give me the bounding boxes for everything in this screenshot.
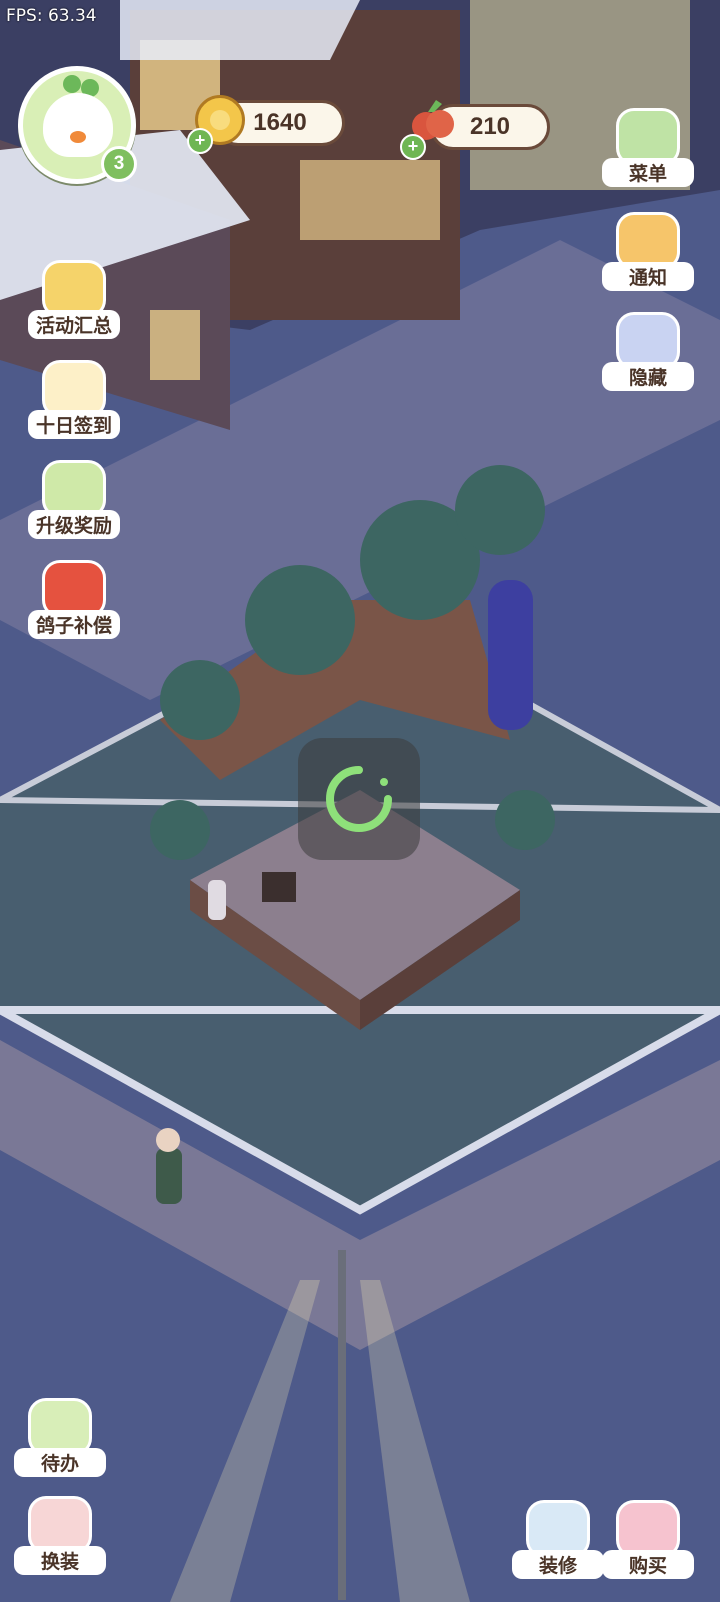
avatar-beak-icon xyxy=(70,131,86,143)
avatar-leaf-icon xyxy=(63,75,81,93)
add-coins-icon[interactable]: + xyxy=(187,128,213,154)
menu-label: 菜单 xyxy=(602,158,694,187)
ten-day-checkin-button[interactable]: 十日签到 xyxy=(28,360,120,440)
hide-ui-button[interactable]: 隐藏 xyxy=(602,312,694,392)
event-summary-label: 活动汇总 xyxy=(28,310,120,339)
decorate-button[interactable]: 装修 xyxy=(512,1500,604,1580)
outfit-label: 换装 xyxy=(14,1546,106,1575)
loading-spinner xyxy=(298,738,420,860)
pigeon-compensation-label: 鸽子补偿 xyxy=(28,610,120,639)
outfit-button[interactable]: 换装 xyxy=(14,1496,106,1576)
menu-button[interactable]: 菜单 xyxy=(602,108,694,188)
avatar-character-icon xyxy=(43,93,113,157)
add-fruit-icon[interactable]: + xyxy=(400,134,426,160)
upgrade-reward-label: 升级奖励 xyxy=(28,510,120,539)
buy-label: 购买 xyxy=(602,1550,694,1579)
hide-ui-label: 隐藏 xyxy=(602,362,694,391)
pigeon-compensation-button[interactable]: 鸽子补偿 xyxy=(28,560,120,640)
upgrade-reward-button[interactable]: 升级奖励 xyxy=(28,460,120,540)
spinner-ring-icon xyxy=(326,766,392,832)
event-summary-button[interactable]: 活动汇总 xyxy=(28,260,120,340)
player-level-badge: 3 xyxy=(101,146,137,182)
notification-button[interactable]: 通知 xyxy=(602,212,694,292)
decorate-label: 装修 xyxy=(512,1550,604,1579)
buy-button[interactable]: 购买 xyxy=(602,1500,694,1580)
ten-day-checkin-label: 十日签到 xyxy=(28,410,120,439)
todo-label: 待办 xyxy=(14,1448,106,1477)
todo-button[interactable]: 待办 xyxy=(14,1398,106,1478)
fps-counter: FPS: 63.34 xyxy=(6,6,97,26)
notification-label: 通知 xyxy=(602,262,694,291)
